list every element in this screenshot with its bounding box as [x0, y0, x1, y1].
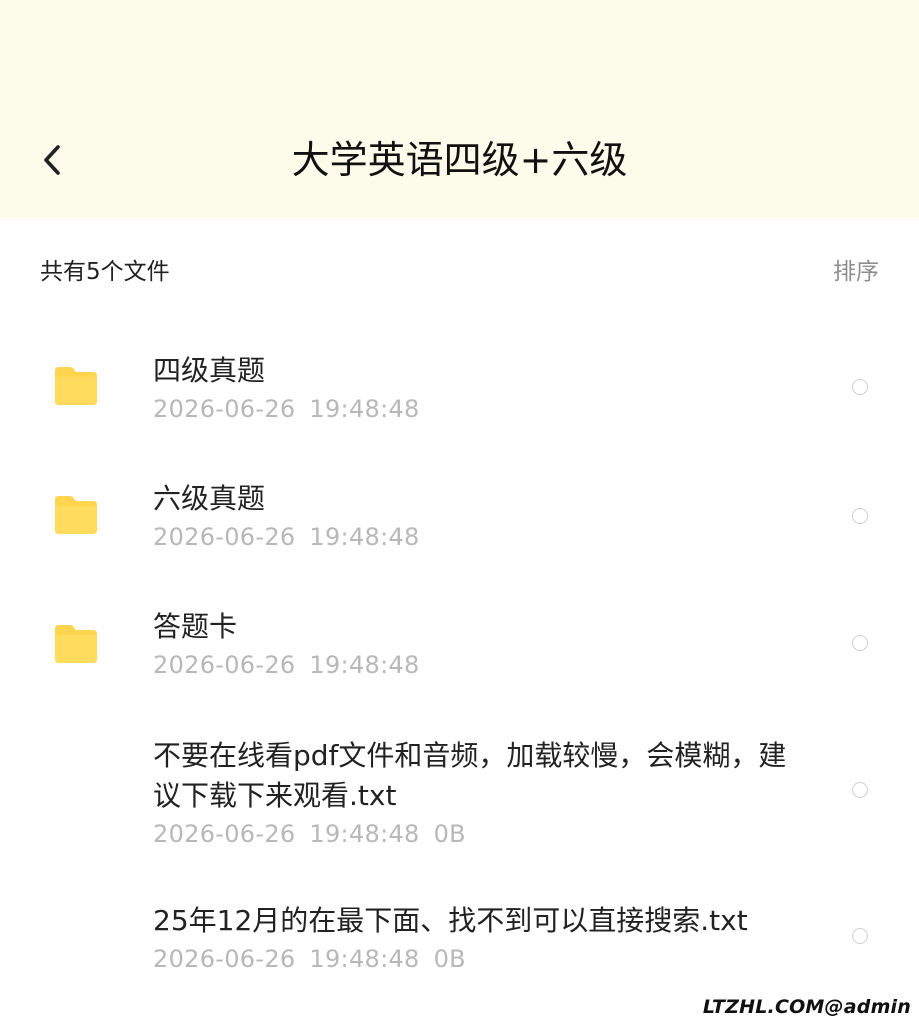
file-name: 答题卡 [153, 610, 238, 643]
folder-icon [55, 625, 97, 663]
list-item[interactable]: 不要在线看pdf文件和音频，加载较慢，会模糊，建议下载下来观看.txt 2026… [0, 730, 919, 850]
watermark-text: LTZHL.COM@admin [698, 996, 915, 1018]
file-meta: 2026-06-26 19:48:48 0B [153, 941, 793, 977]
file-name: 25年12月的在最下面、找不到可以直接搜索.txt [153, 904, 748, 937]
file-time: 19:48:48 [309, 523, 420, 551]
file-name: 不要在线看pdf文件和音频，加载较慢，会模糊，建议下载下来观看.txt [153, 739, 787, 812]
file-time: 19:48:48 [309, 651, 420, 679]
file-time: 19:48:48 [309, 945, 420, 973]
sort-button[interactable]: 排序 [833, 254, 879, 290]
list-item[interactable]: 答题卡 2026-06-26 19:48:48 [0, 601, 919, 701]
file-size: 0B [433, 945, 466, 973]
file-meta: 2026-06-26 19:48:48 [153, 519, 793, 555]
page-title: 大学英语四级+六级 [291, 138, 628, 182]
select-radio[interactable] [852, 928, 868, 944]
file-time: 19:48:48 [309, 395, 420, 423]
file-date: 2026-06-26 [153, 395, 296, 423]
list-item[interactable]: 25年12月的在最下面、找不到可以直接搜索.txt 2026-06-26 19:… [0, 895, 919, 985]
folder-icon [55, 367, 97, 405]
file-meta: 2026-06-26 19:48:48 [153, 391, 793, 427]
file-size: 0B [433, 820, 466, 848]
file-date: 2026-06-26 [153, 651, 296, 679]
select-radio[interactable] [852, 508, 868, 524]
file-time: 19:48:48 [309, 820, 420, 848]
file-meta: 2026-06-26 19:48:48 [153, 647, 793, 683]
list-item[interactable]: 四级真题 2026-06-26 19:48:48 [0, 345, 919, 445]
file-count-label: 共有5个文件 [40, 259, 170, 285]
folder-icon [55, 496, 97, 534]
file-name: 四级真题 [153, 354, 266, 387]
file-date: 2026-06-26 [153, 945, 296, 973]
file-name: 六级真题 [153, 482, 266, 515]
file-date: 2026-06-26 [153, 820, 296, 848]
app-header: 大学英语四级+六级 [0, 0, 919, 218]
file-date: 2026-06-26 [153, 523, 296, 551]
list-item[interactable]: 六级真题 2026-06-26 19:48:48 [0, 473, 919, 573]
select-radio[interactable] [852, 379, 868, 395]
file-meta: 2026-06-26 19:48:48 0B [153, 816, 793, 852]
select-radio[interactable] [852, 782, 868, 798]
select-radio[interactable] [852, 635, 868, 651]
